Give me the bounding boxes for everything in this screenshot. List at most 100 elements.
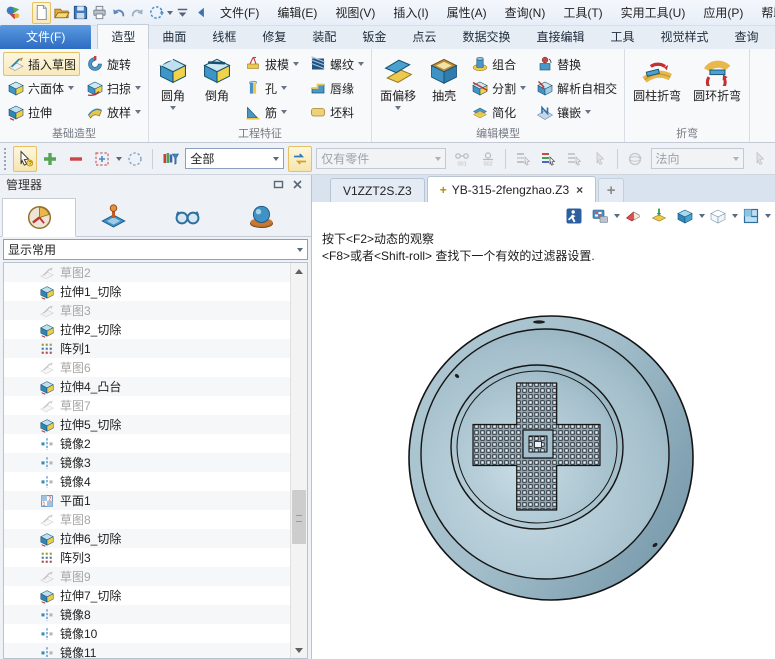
tree-item[interactable]: 镜像10 xyxy=(4,624,290,643)
menu-help[interactable]: 帮助(H) xyxy=(752,1,775,24)
swap-selection-button[interactable] xyxy=(288,146,312,172)
ribbon-tab-visualstyle[interactable]: 视觉样式 xyxy=(647,25,721,49)
close-panel-icon[interactable] xyxy=(289,178,305,192)
ribbon-button-divide[interactable]: 分割 xyxy=(467,76,530,100)
view-orientation-button[interactable] xyxy=(739,204,763,228)
ribbon-button-draft[interactable]: 拔模 xyxy=(240,52,303,76)
restore-panel-icon[interactable] xyxy=(270,178,286,192)
add-to-selection-button[interactable] xyxy=(39,146,63,172)
tree-item[interactable]: 拉伸1_切除 xyxy=(4,282,290,301)
pick-last-button[interactable] xyxy=(536,146,560,172)
tree-item[interactable]: 12平面1 xyxy=(4,491,290,510)
ribbon-button-revolve[interactable]: 旋转 xyxy=(82,52,145,76)
viewport[interactable]: 按下<F2>动态的观察 <F8>或者<Shift-roll> 查找下一个有效的过… xyxy=(312,202,775,659)
display-filter-combobox[interactable]: 显示常用 xyxy=(3,239,308,260)
tree-scrollbar[interactable] xyxy=(290,263,307,658)
tree-item[interactable]: 草图3 xyxy=(4,301,290,320)
reorient-button[interactable] xyxy=(623,146,647,172)
menu-edit[interactable]: 编辑(E) xyxy=(268,1,326,24)
menu-file[interactable]: 文件(F) xyxy=(211,1,268,24)
ribbon-button-loft[interactable]: 放样 xyxy=(82,100,145,124)
menu-view[interactable]: 视图(V) xyxy=(326,1,384,24)
doc-tab-yb315[interactable]: +YB-315-2fengzhao.Z3× xyxy=(427,176,596,202)
ribbon-tab-surface[interactable]: 曲面 xyxy=(149,25,199,49)
tree-item[interactable]: 拉伸7_切除 xyxy=(4,586,290,605)
menu-tools[interactable]: 工具(T) xyxy=(554,1,611,24)
pick-box-button[interactable] xyxy=(90,146,114,172)
ribbon-tab-tools[interactable]: 工具 xyxy=(597,25,647,49)
new-tab-button[interactable]: + xyxy=(598,178,624,202)
ribbon-button-box[interactable]: 六面体 xyxy=(3,76,80,100)
tree-item[interactable]: 拉伸2_切除 xyxy=(4,320,290,339)
ribbon-button-insert-sketch[interactable]: 插入草图 xyxy=(3,52,80,76)
tree-item[interactable]: 镜像2 xyxy=(4,434,290,453)
ribbon-button-stock[interactable]: 坯料 xyxy=(305,100,368,124)
pick-from-list-button[interactable] xyxy=(511,146,535,172)
ribbon-button-combine[interactable]: 组合 xyxy=(467,52,530,76)
scrollbar-track[interactable] xyxy=(291,279,307,642)
smart-pick-button[interactable]: ? xyxy=(13,146,37,172)
erase-button[interactable] xyxy=(621,204,645,228)
part-filter-combobox[interactable]: 仅有零件 xyxy=(316,148,446,169)
display-settings-button[interactable] xyxy=(588,204,612,228)
tree-item[interactable]: 草图2 xyxy=(4,263,290,282)
remove-from-selection-button[interactable] xyxy=(64,146,88,172)
tree-item[interactable]: 镜像3 xyxy=(4,453,290,472)
menu-applications[interactable]: 应用(P) xyxy=(694,1,752,24)
ribbon-tab-file[interactable]: 文件(F) xyxy=(0,25,91,49)
constraint-toggle-button[interactable]: 002 xyxy=(476,146,500,172)
view-rotate-button[interactable] xyxy=(148,2,165,24)
tree-item[interactable]: 草图8 xyxy=(4,510,290,529)
scrollbar-thumb[interactable] xyxy=(292,490,306,544)
color-filter-button[interactable] xyxy=(158,146,182,172)
section-view-button[interactable] xyxy=(647,204,671,228)
wireframe-display-button[interactable] xyxy=(706,204,730,228)
ribbon-tab-inquire[interactable]: 查询 xyxy=(722,25,772,49)
manager-tab-visual[interactable] xyxy=(224,197,298,236)
ribbon-tab-mold[interactable]: 模具 xyxy=(772,25,775,49)
ribbon-button-fillet[interactable]: 圆角 xyxy=(151,51,195,111)
manager-tab-visibility[interactable] xyxy=(150,197,224,236)
ribbon-tab-pointcloud[interactable]: 点云 xyxy=(399,25,449,49)
dimension-toggle-button[interactable]: 001 xyxy=(450,146,474,172)
close-tab-icon[interactable]: × xyxy=(576,183,583,197)
tree-item[interactable]: 草图6 xyxy=(4,358,290,377)
ribbon-tab-assembly[interactable]: 装配 xyxy=(299,25,349,49)
pick-cursor-button[interactable] xyxy=(588,146,612,172)
ribbon-tab-sheetmetal[interactable]: 钣金 xyxy=(349,25,399,49)
tree-item[interactable]: 草图7 xyxy=(4,396,290,415)
ribbon-button-cylindrical-bend[interactable]: 圆柱折弯 xyxy=(627,51,687,105)
new-file-button[interactable] xyxy=(32,2,51,24)
manager-tab-history[interactable] xyxy=(2,198,76,237)
save-button[interactable] xyxy=(72,2,89,24)
normal-view-combobox[interactable]: 法向 xyxy=(651,148,745,169)
exit-sketch-button[interactable] xyxy=(562,204,586,228)
menu-utilities[interactable]: 实用工具(U) xyxy=(612,1,695,24)
ribbon-button-extrude[interactable]: 拉伸 xyxy=(3,100,80,124)
ribbon-button-face-offset[interactable]: 面偏移 xyxy=(374,51,422,111)
ribbon-button-simplify[interactable]: 简化 xyxy=(467,100,530,124)
ribbon-button-toroidal-bend[interactable]: 圆环折弯 xyxy=(687,51,747,105)
lasso-pick-button[interactable] xyxy=(123,146,147,172)
ribbon-tab-dataexchange[interactable]: 数据交换 xyxy=(449,25,523,49)
tree-item[interactable]: 镜像11 xyxy=(4,643,290,658)
ribbon-button-sweep[interactable]: 扫掠 xyxy=(82,76,145,100)
ribbon-button-rib[interactable]: 筋 xyxy=(240,100,303,124)
tree-item[interactable]: 镜像4 xyxy=(4,472,290,491)
ribbon-button-lip[interactable]: 唇缘 xyxy=(305,76,368,100)
tree-item[interactable]: 阵列1 xyxy=(4,339,290,358)
ribbon-button-shell[interactable]: 抽壳 xyxy=(422,51,466,105)
redo-button[interactable] xyxy=(129,2,146,24)
ribbon-button-replace[interactable]: 替换 xyxy=(532,52,621,76)
print-button[interactable] xyxy=(91,2,108,24)
ribbon-tab-repair[interactable]: 修复 xyxy=(249,25,299,49)
tree-item[interactable]: 拉伸5_切除 xyxy=(4,415,290,434)
menu-attributes[interactable]: 属性(A) xyxy=(438,1,496,24)
ribbon-button-thread[interactable]: 螺纹 xyxy=(305,52,368,76)
menu-inquire[interactable]: 查询(N) xyxy=(496,1,555,24)
tree-item[interactable]: 阵列3 xyxy=(4,548,290,567)
doc-tab-v1zzt2s[interactable]: V1ZZT2S.Z3 xyxy=(330,178,425,202)
open-file-button[interactable] xyxy=(53,2,70,24)
collapse-toolbar-button[interactable] xyxy=(193,2,210,24)
pick-all-button[interactable] xyxy=(562,146,586,172)
